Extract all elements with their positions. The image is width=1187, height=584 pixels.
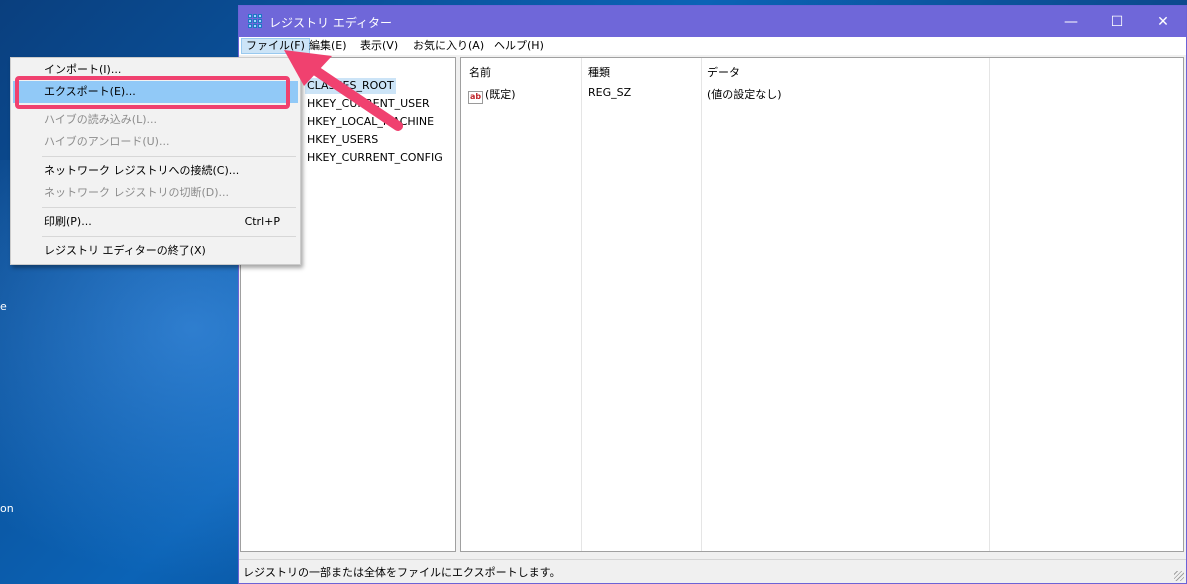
menu-help[interactable]: ヘルプ(H) — [490, 38, 548, 54]
column-header-type[interactable]: 種類 — [588, 64, 610, 80]
value-name-cell: ab (既定) — [468, 86, 516, 104]
menu-item-shortcut: Ctrl+P — [244, 215, 280, 228]
value-type-cell: REG_SZ — [588, 86, 632, 99]
maximize-icon: ☐ — [1110, 13, 1124, 30]
column-divider[interactable] — [701, 58, 702, 551]
tree-item-hkey-current-user[interactable]: HKEY_CURRENT_USER — [305, 96, 432, 112]
column-header-data[interactable]: データ — [707, 64, 740, 80]
menu-item-label: ネットワーク レジストリの切断(D)... — [44, 186, 230, 199]
menu-favorites[interactable]: お気に入り(A) — [409, 38, 488, 54]
menu-item-exit[interactable]: レジストリ エディターの終了(X) — [13, 240, 298, 262]
column-divider[interactable] — [989, 58, 990, 551]
column-header-name[interactable]: 名前 — [469, 64, 491, 80]
menu-item-label: ハイブの読み込み(L)... — [44, 113, 157, 126]
column-divider[interactable] — [581, 58, 582, 551]
title-bar[interactable]: レジストリ エディター — ☐ ✕ — [239, 6, 1186, 37]
menu-item-disconnect-network-registry[interactable]: ネットワーク レジストリの切断(D)... — [13, 182, 298, 204]
tree-item-hkey-local-machine[interactable]: HKEY_LOCAL_MACHINE — [305, 114, 436, 130]
menu-separator — [42, 236, 296, 237]
desktop-icon-label-fragment[interactable]: on — [0, 502, 14, 515]
values-list-pane[interactable]: 名前 種類 データ ab (既定) REG_SZ (値の設定なし) — [460, 57, 1184, 552]
close-button[interactable]: ✕ — [1140, 6, 1186, 37]
minimize-button[interactable]: — — [1048, 6, 1094, 37]
menu-bar: ファイル(F) 編集(E) 表示(V) お気に入り(A) ヘルプ(H) — [239, 37, 1186, 55]
string-value-icon: ab — [468, 91, 483, 104]
value-data-cell: (値の設定なし) — [707, 88, 782, 101]
registry-editor-window: レジストリ エディター — ☐ ✕ ファイル(F) 編集(E) 表示(V) お気… — [238, 5, 1187, 584]
resize-grip-icon[interactable] — [1174, 571, 1184, 581]
window-title: レジストリ エディター — [269, 16, 392, 30]
tree-item-hkey-classes-root[interactable]: CLASSES_ROOT — [305, 78, 396, 94]
minimize-icon: — — [1064, 13, 1078, 30]
menu-item-label: レジストリ エディターの終了(X) — [44, 244, 206, 257]
close-icon: ✕ — [1157, 13, 1169, 30]
status-bar: レジストリの一部または全体をファイルにエクスポートします。 — [239, 559, 1186, 583]
menu-item-label: ネットワーク レジストリへの接続(C)... — [44, 164, 240, 177]
menu-item-connect-network-registry[interactable]: ネットワーク レジストリへの接続(C)... — [13, 160, 298, 182]
menu-item-label: 印刷(P)... — [44, 215, 92, 228]
desktop-icon-label-fragment[interactable]: e — [0, 300, 7, 313]
registry-editor-app-icon — [248, 14, 262, 28]
menu-item-load-hive[interactable]: ハイブの読み込み(L)... — [13, 109, 298, 131]
menu-item-label: インポート(I)... — [44, 63, 122, 76]
value-name: (既定) — [485, 88, 516, 101]
export-highlight-annotation — [15, 76, 290, 109]
menu-item-print[interactable]: 印刷(P)... Ctrl+P — [13, 211, 298, 233]
maximize-button[interactable]: ☐ — [1094, 6, 1140, 37]
menu-separator — [42, 207, 296, 208]
menu-separator — [42, 156, 296, 157]
tree-item-hkey-users[interactable]: HKEY_USERS — [305, 132, 380, 148]
menu-item-unload-hive[interactable]: ハイブのアンロード(U)... — [13, 131, 298, 153]
menu-edit[interactable]: 編集(E) — [305, 38, 351, 54]
menu-item-label: ハイブのアンロード(U)... — [44, 135, 170, 148]
menu-file[interactable]: ファイル(F) — [241, 38, 310, 54]
menu-view[interactable]: 表示(V) — [356, 38, 402, 54]
status-text: レジストリの一部または全体をファイルにエクスポートします。 — [243, 566, 561, 579]
tree-item-hkey-current-config[interactable]: HKEY_CURRENT_CONFIG — [305, 150, 445, 166]
